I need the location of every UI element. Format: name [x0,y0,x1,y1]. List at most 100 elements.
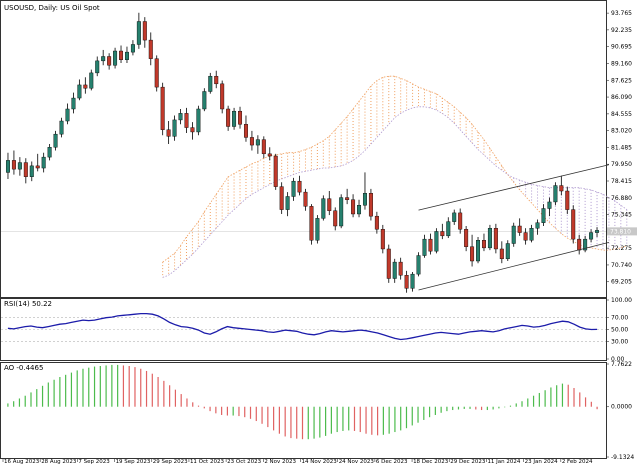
candle-bear [142,21,147,41]
candle-bear [458,212,463,230]
current-price-label: 73.810 [610,228,631,235]
date-axis-label: 16 Aug 2023 [4,459,40,465]
candle-bull [47,147,52,158]
candle-bear [499,248,504,260]
date-axis-label: 2 Nov 2023 [264,459,296,465]
candle-bear [184,113,189,128]
candle-bull [511,225,516,244]
candle-bull [196,108,201,133]
price-axis-label: 86.090 [611,94,632,101]
price-axis-label: 81.485 [611,144,632,151]
candle-bear [119,50,124,60]
rsi-axis-label: 50.00 [611,327,628,334]
candle-bear [493,227,498,250]
candle-bull [65,108,70,122]
candle-bear [351,199,356,215]
candle-bear [327,198,332,211]
candle-bear [279,186,284,210]
candle-bull [59,120,64,135]
price-axis-label: 89.160 [611,60,632,67]
candle-bear [261,139,266,155]
candle-bull [392,261,397,279]
candle-bull [357,205,362,215]
date-axis-label: 29 Dec 2023 [450,459,486,465]
price-axis-label: 75.345 [611,212,632,219]
candle-bear [220,83,225,110]
ao-axis-label: 0.0000 [611,404,632,411]
candle-bull [291,180,296,197]
candle-bear [238,110,243,125]
candle-bull [535,222,540,229]
date-axis-label: 11 Jan 2024 [487,459,520,465]
rsi-axis-label: 30.00 [611,338,628,345]
price-axis-label: 69.205 [611,279,632,286]
candle-bear [481,240,486,249]
candle-bear [374,215,379,230]
candle-bear [148,39,153,59]
date-axis-label: 18 Dec 2023 [413,459,449,465]
candle-bear [428,238,433,252]
candle-bear [386,248,391,279]
candle-bear [345,197,350,200]
candle-bull [410,273,415,289]
candle-bull [172,119,177,137]
candle-bull [321,198,326,219]
candle-bear [166,129,171,137]
candle-bull [446,221,451,237]
candle-bull [53,133,58,148]
candle-bull [17,162,22,170]
candle-bear [309,206,314,241]
rsi-axis-label: 100.00 [611,297,632,304]
chart-canvas[interactable]: 93.765 92.235 90.695 89.160 87.625 86.090 84.5… [0,0,640,465]
candle-bull [362,192,367,206]
candle-bear [440,231,445,237]
candle-bull [136,21,141,45]
candle-bull [541,208,546,223]
candle-bull [202,91,207,110]
candle-bull [71,97,76,110]
candle-bear [154,58,159,88]
date-axis-label: 19 Sep 2023 [116,459,151,465]
candle-bear [559,185,564,192]
ao-axis-label: -9.1324 [611,454,634,461]
candle-bull [113,50,118,66]
candle-bear [11,160,16,170]
candle-bull [476,240,481,262]
date-axis-label: 11 Oct 2023 [190,459,225,465]
candle-bear [107,56,112,66]
candle-bull [589,232,594,240]
ao-title: AO -0.4465 [4,364,43,372]
date-axis-label: 28 Aug 2023 [41,459,77,465]
price-axis-label: 90.695 [611,44,632,51]
candle-bull [315,218,320,241]
candle-bear [249,137,254,146]
date-axis-label: 7 Sep 2023 [78,459,110,465]
date-axis-label: 23 Oct 2023 [227,459,262,465]
candle-bear [565,190,570,210]
candle-bear [517,225,522,233]
candle-bear [35,165,40,169]
candle-bull [5,160,10,173]
candle-bull [422,238,427,256]
rsi-axis-label: 70.00 [611,315,628,322]
price-axis-label: 87.625 [611,77,632,84]
date-axis-label: 24 Nov 2023 [339,459,375,465]
candle-bear [23,162,28,177]
candle-bull [595,230,600,233]
candle-bull [208,75,213,92]
candle-bear [577,238,582,251]
candle-bull [95,60,100,74]
price-axis-label: 84.555 [611,111,632,118]
candle-bull [130,44,135,53]
candle-bull [505,243,510,260]
candle-bull [77,84,82,99]
candle-bull [547,201,552,209]
price-axis-label: 72.275 [611,245,632,252]
rsi-title: RSI(14) 50.22 [4,300,52,308]
price-axis-label: 79.950 [611,161,632,168]
candle-bear [226,108,231,127]
candle-bear [523,232,528,241]
date-axis-label: 6 Dec 2023 [376,459,408,465]
candle-bull [339,197,344,227]
price-axis-label: 70.740 [611,262,632,269]
